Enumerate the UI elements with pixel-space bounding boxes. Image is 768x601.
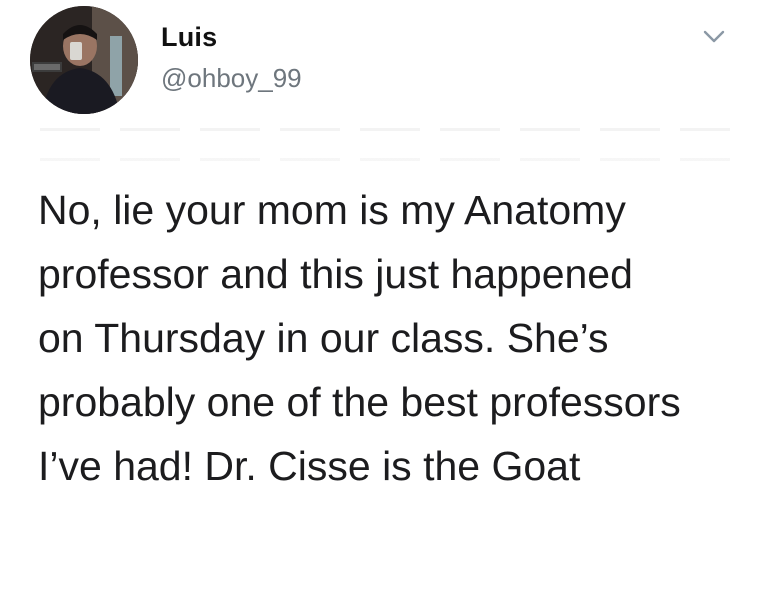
faded-divider (40, 158, 730, 161)
display-name[interactable]: Luis (161, 22, 217, 53)
tweet-text-line: No, lie your mom is my Anatomy (38, 187, 626, 233)
tweet-text: No, lie your mom is my Anatomy professor… (38, 178, 753, 498)
tweet-text-line: on Thursday in our class. She’s (38, 315, 609, 361)
avatar[interactable] (30, 6, 138, 114)
profile-photo-icon (30, 6, 138, 114)
tweet-text-line: I’ve had! Dr. Cisse is the Goat (38, 443, 581, 489)
chevron-down-icon[interactable] (703, 30, 725, 44)
tweet-text-line: professor and this just happened (38, 251, 633, 297)
faded-divider (40, 128, 730, 131)
tweet-text-line: probably one of the best professors (38, 379, 681, 425)
tweet-card: Luis @ohboy_99 No, lie your mom is my An… (0, 0, 768, 601)
user-handle[interactable]: @ohboy_99 (161, 63, 302, 94)
